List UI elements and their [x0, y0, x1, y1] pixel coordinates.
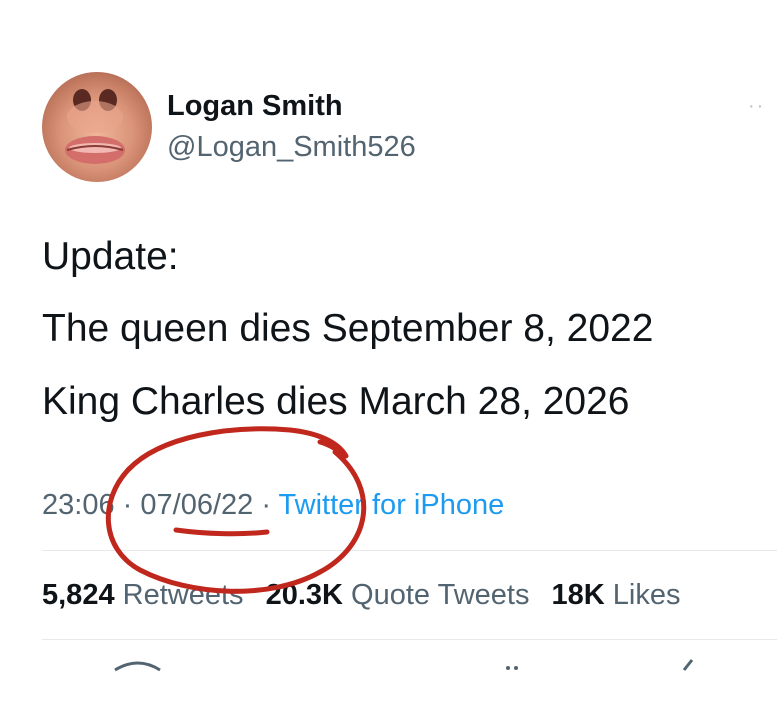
retweets-count: 5,824 — [42, 579, 115, 611]
avatar[interactable] — [42, 72, 152, 182]
retweets-stat[interactable]: 5,824 Retweets — [42, 579, 244, 611]
quote-tweets-label: Quote Tweets — [351, 579, 530, 611]
tweet-meta: 23:06 · 07/06/22 · Twitter for iPhone — [42, 487, 504, 523]
tweet-text-line: Update: — [42, 235, 179, 278]
likes-label: Likes — [612, 579, 681, 611]
author-handle[interactable]: @Logan_Smith526 — [167, 129, 416, 165]
divider — [42, 639, 777, 640]
divider — [42, 550, 777, 551]
tweet-stats: 5,824 Retweets 20.3K Quote Tweets 18K Li… — [42, 577, 694, 613]
retweets-label: Retweets — [122, 579, 244, 611]
reply-icon[interactable] — [114, 661, 161, 672]
meta-separator: · — [122, 489, 133, 521]
tweet-source-link[interactable]: Twitter for iPhone — [279, 489, 505, 521]
share-icon[interactable] — [682, 659, 694, 671]
likes-stat[interactable]: 18K Likes — [552, 579, 681, 611]
tweet-text-line: King Charles dies March 28, 2026 — [42, 380, 630, 423]
more-dots-icon[interactable]: ·· — [748, 96, 765, 116]
quote-tweets-stat[interactable]: 20.3K Quote Tweets — [266, 579, 530, 611]
avatar-image — [65, 89, 125, 164]
meta-separator: · — [261, 489, 271, 521]
tweet-time[interactable]: 23:06 — [42, 489, 115, 521]
tweet-text-line: The queen dies September 8, 2022 — [42, 307, 654, 350]
likes-count: 18K — [551, 579, 605, 611]
tweet-date[interactable]: 07/06/22 — [140, 489, 253, 521]
quote-tweets-count: 20.3K — [265, 579, 343, 611]
action-bar-partial — [114, 659, 694, 672]
author-name[interactable]: Logan Smith — [167, 88, 343, 124]
like-icon[interactable] — [506, 666, 510, 670]
